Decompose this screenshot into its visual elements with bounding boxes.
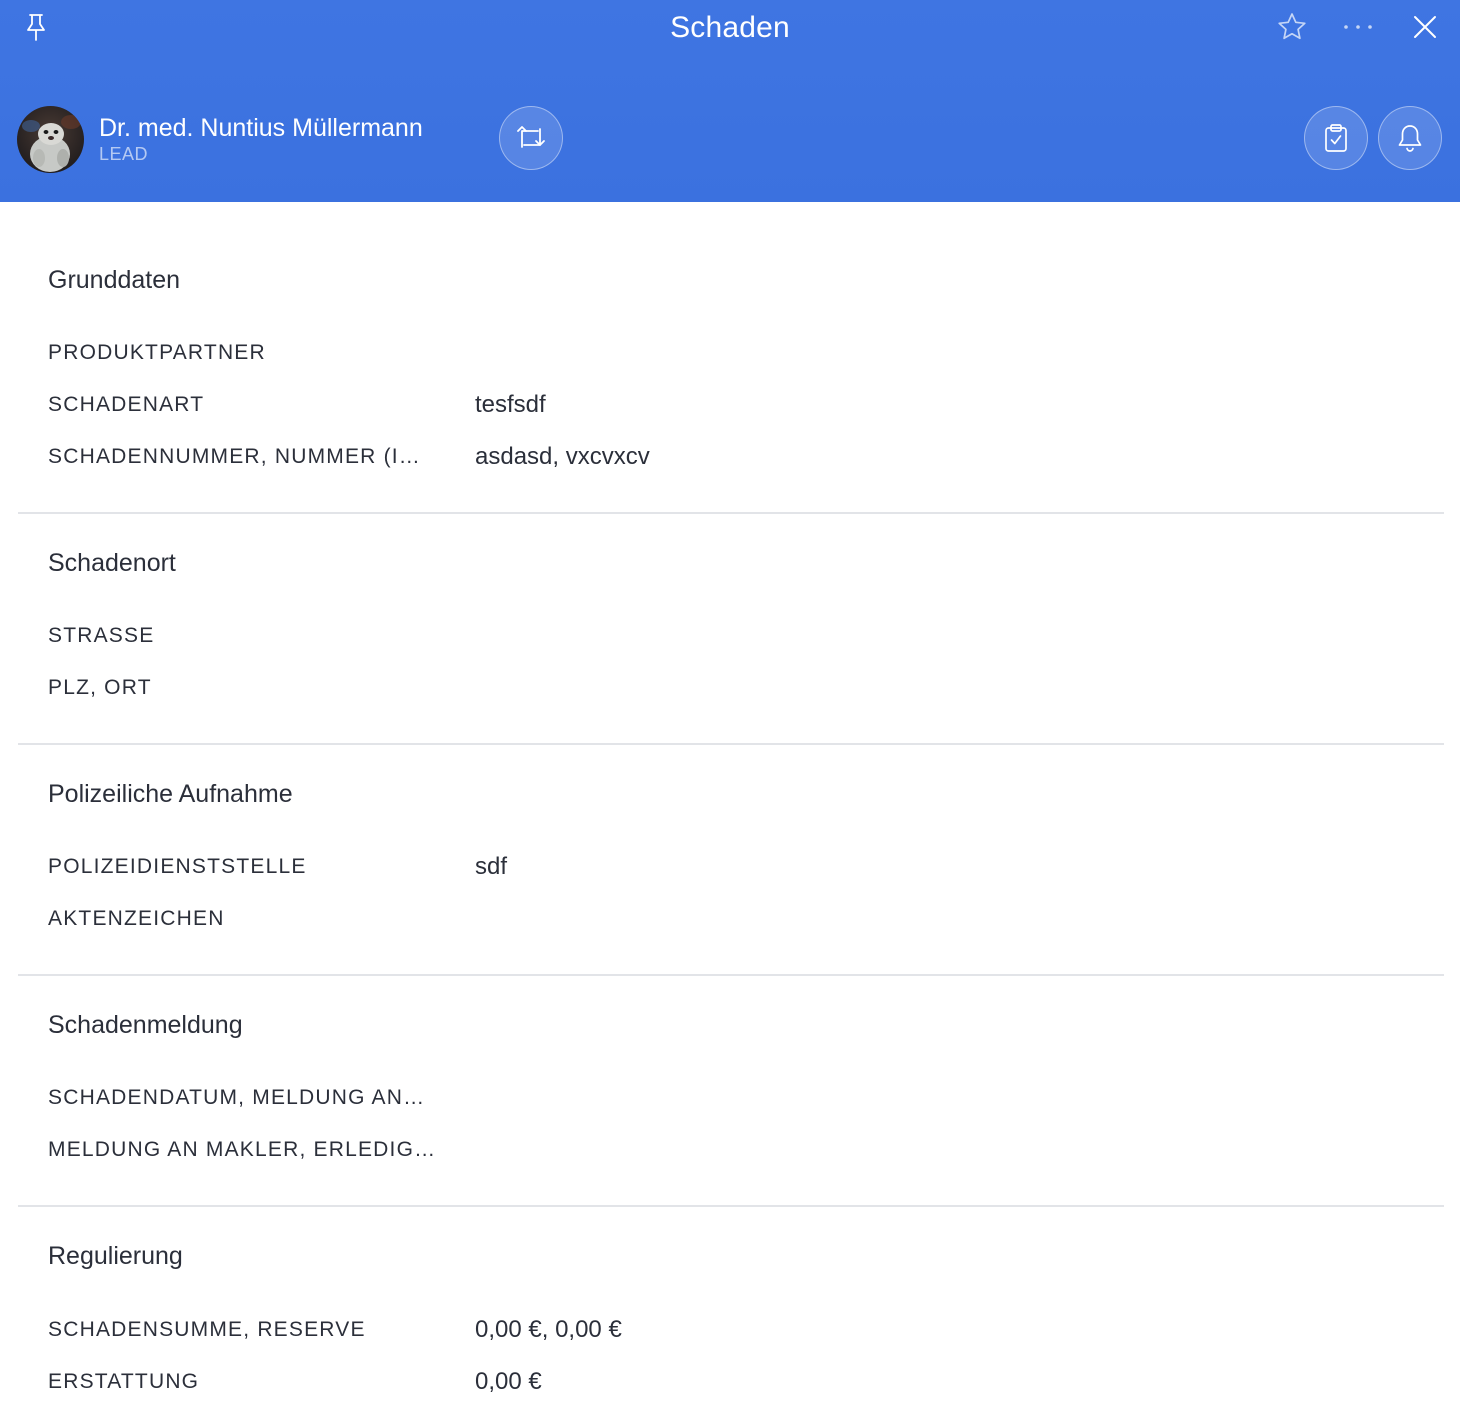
field-label: STRASSE xyxy=(48,624,155,647)
tasks-button[interactable] xyxy=(1304,106,1368,170)
switch-button[interactable] xyxy=(499,106,563,170)
field-row[interactable]: ERSTATTUNG 0,00 € xyxy=(48,1367,1428,1397)
field-value: tesfsdf xyxy=(475,391,546,418)
contact-profile[interactable]: Dr. med. Nuntius Müllermann LEAD xyxy=(17,105,423,173)
field-label: AKTENZEICHEN xyxy=(48,907,225,930)
section-title-regulierung: Regulierung xyxy=(48,1242,183,1270)
close-icon[interactable] xyxy=(1405,7,1445,47)
field-row[interactable]: PLZ, ORT xyxy=(48,673,1428,703)
bell-icon xyxy=(1398,125,1422,152)
section-divider xyxy=(18,974,1444,976)
field-value: sdf xyxy=(475,853,508,880)
section-divider xyxy=(18,1205,1444,1207)
field-row[interactable]: PRODUKTPARTNER xyxy=(48,338,1428,368)
field-value: 0,00 €, 0,00 € xyxy=(475,1316,622,1343)
field-row[interactable]: SCHADENNUMMER, NUMMER (I… asdasd, vxcvxc… xyxy=(48,442,1428,472)
section-divider xyxy=(18,512,1444,514)
switch-icon xyxy=(517,126,545,148)
section-divider xyxy=(18,743,1444,745)
section-title-schadenmeldung: Schadenmeldung xyxy=(48,1011,243,1039)
field-label: SCHADENDATUM, MELDUNG AN… xyxy=(48,1086,426,1109)
field-label: SCHADENART xyxy=(48,393,205,416)
field-row[interactable]: MELDUNG AN MAKLER, ERLEDIG… xyxy=(48,1135,1428,1165)
field-label: MELDUNG AN MAKLER, ERLEDIG… xyxy=(48,1138,437,1161)
field-row[interactable]: STRASSE xyxy=(48,621,1428,651)
field-label: POLIZEIDIENSTSTELLE xyxy=(48,855,307,878)
page-title: Schaden xyxy=(670,11,790,44)
field-row[interactable]: SCHADENSUMME, RESERVE 0,00 €, 0,00 € xyxy=(48,1315,1428,1345)
reminders-button[interactable] xyxy=(1378,106,1442,170)
contact-name[interactable]: Dr. med. Nuntius Müllermann xyxy=(99,113,423,143)
field-label: SCHADENSUMME, RESERVE xyxy=(48,1318,366,1341)
contact-role: LEAD xyxy=(99,144,149,164)
clipboard-check-icon xyxy=(1325,124,1347,152)
field-row[interactable]: SCHADENART tesfsdf xyxy=(48,390,1428,420)
field-value: 0,00 € xyxy=(475,1368,542,1395)
section-title-schadenort: Schadenort xyxy=(48,549,176,577)
section-title-polizeiliche-aufnahme: Polizeiliche Aufnahme xyxy=(48,780,293,808)
field-row[interactable]: POLIZEIDIENSTSTELLE sdf xyxy=(48,852,1428,882)
more-icon[interactable] xyxy=(1338,7,1378,47)
field-label: PRODUKTPARTNER xyxy=(48,341,266,364)
field-label: SCHADENNUMMER, NUMMER (I… xyxy=(48,445,421,468)
avatar xyxy=(17,105,84,173)
header-bar: Schaden Dr. med. Nuntius Müllermann LEAD xyxy=(0,0,1460,202)
section-title-grunddaten: Grunddaten xyxy=(48,266,181,294)
field-label: ERSTATTUNG xyxy=(48,1370,200,1393)
field-row[interactable]: SCHADENDATUM, MELDUNG AN… xyxy=(48,1083,1428,1113)
field-row[interactable]: AKTENZEICHEN xyxy=(48,904,1428,934)
star-icon[interactable] xyxy=(1272,7,1312,47)
field-value: asdasd, vxcvxcv xyxy=(475,443,650,470)
field-label: PLZ, ORT xyxy=(48,676,152,699)
